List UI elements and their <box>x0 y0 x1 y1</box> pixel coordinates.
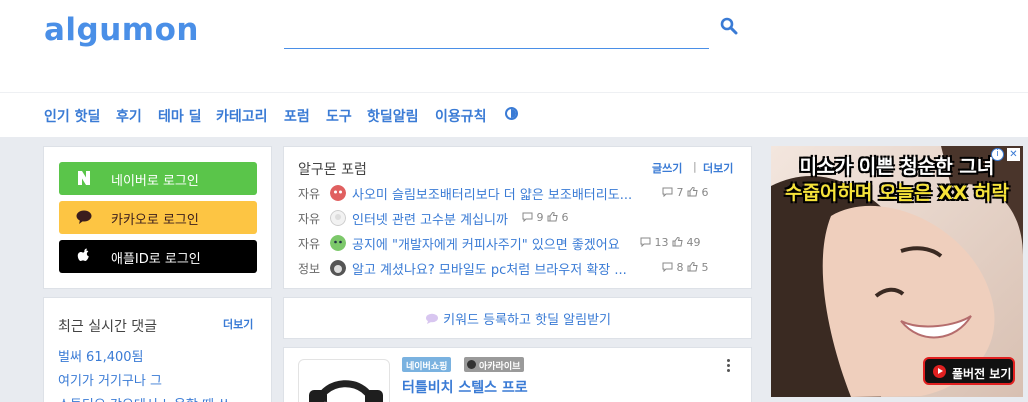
like-count: 6 <box>561 211 569 224</box>
post-category: 자유 <box>298 187 321 201</box>
comments-more-link[interactable]: 더보기 <box>223 316 253 332</box>
post-stats: 7 6 <box>662 186 709 199</box>
nav-tools[interactable]: 도구 <box>326 106 352 126</box>
deal-card[interactable]: 네이버쇼핑 아카라이브 터틀비치 스텔스 프로 <box>283 347 752 402</box>
comment-icon <box>640 237 651 248</box>
ad-headline: 미소가 이쁜 청순한 그녀 수줍어하며 오늘은 XX 허락 <box>771 154 1023 206</box>
advertisement-banner[interactable]: 미소가 이쁜 청순한 그녀 수줍어하며 오늘은 XX 허락 i ✕ 풀버전 보기 <box>771 146 1023 397</box>
login-card: 네이버로 로그인 카카오로 로그인 애플ID로 로그인 <box>43 146 272 289</box>
apple-login-label: 애플ID로 로그인 <box>111 252 201 267</box>
post-category: 정보 <box>298 262 321 276</box>
apple-icon <box>77 248 89 261</box>
post-stats: 9 6 <box>522 211 569 224</box>
like-icon <box>687 261 698 272</box>
post-stats: 8 5 <box>662 261 709 274</box>
ad-headline-line-1: 미소가 이쁜 청순한 그녀 <box>799 156 995 178</box>
keyword-alert-banner[interactable]: 키워드 등록하고 핫딜 알림받기 <box>283 297 752 339</box>
comment-item[interactable]: 벌써 61,400됨 <box>58 346 144 365</box>
source-tag-label: 아카라이브 <box>479 362 521 372</box>
post-title: 알고 계셨나요? 모바일도 pc처럼 브라우저 확장 ... <box>352 263 627 278</box>
kakao-chat-icon <box>76 210 92 224</box>
nav-hot-deals[interactable]: 인기 핫딜 <box>44 106 100 126</box>
nav-deal-alerts[interactable]: 핫딜알림 <box>367 106 419 126</box>
like-icon <box>687 186 698 197</box>
user-avatar <box>330 210 346 226</box>
user-avatar <box>330 185 346 201</box>
source-tag-naver-shopping: 네이버쇼핑 <box>402 357 452 372</box>
post-stats: 13 49 <box>640 236 701 249</box>
nav-theme-deals[interactable]: 테마 딜 <box>158 106 202 126</box>
comment-count: 8 <box>676 261 684 274</box>
kebab-menu-icon[interactable] <box>725 359 731 375</box>
deal-thumbnail[interactable] <box>298 359 390 402</box>
search-button[interactable] <box>720 17 742 39</box>
comment-item-cutoff[interactable]: 스투디오 같으데서 노음할 때 쓰 <box>58 394 230 402</box>
arca-icon <box>467 360 476 369</box>
user-avatar <box>330 235 346 251</box>
source-tag-arca-live: 아카라이브 <box>464 357 525 372</box>
site-logo[interactable]: algumon <box>44 12 199 48</box>
ad-cta-button[interactable]: 풀버전 보기 <box>923 357 1015 385</box>
like-icon <box>547 211 558 222</box>
headset-image <box>309 380 383 402</box>
like-icon <box>672 236 683 247</box>
ad-headline-line-2: 수줍어하며 오늘은 XX 허락 <box>785 182 1009 204</box>
comments-title: 최근 실시간 댓글 <box>58 319 158 335</box>
contrast-icon[interactable] <box>505 107 518 120</box>
forum-more-link[interactable]: 더보기 <box>703 160 733 176</box>
play-triangle <box>938 368 943 374</box>
naver-login-label: 네이버로 로그인 <box>111 174 199 189</box>
nav-categories[interactable]: 카테고리 <box>216 106 268 126</box>
comment-count: 13 <box>654 236 669 249</box>
keyword-alert-text: 키워드 등록하고 핫딜 알림받기 <box>284 309 752 328</box>
recent-comments-card: 최근 실시간 댓글 더보기 벌써 61,400됨 여기가 거기구나 그 스투디오… <box>43 297 272 402</box>
like-count: 49 <box>686 236 701 249</box>
comment-count: 9 <box>536 211 544 224</box>
nav-reviews[interactable]: 후기 <box>116 106 142 126</box>
forum-post-row[interactable]: 자유 사오미 슬림보조배터리보다 더 얇은 보조배터리도... 7 6 <box>298 183 738 203</box>
deal-title[interactable]: 터틀비치 스텔스 프로 <box>402 377 528 397</box>
user-avatar <box>330 260 346 276</box>
post-title: 인터넷 관련 고수분 계십니까 <box>352 213 508 228</box>
comment-icon <box>522 212 533 223</box>
post-title: 사오미 슬림보조배터리보다 더 얇은 보조배터리도... <box>352 188 633 203</box>
comment-count: 7 <box>676 186 684 199</box>
search-input[interactable] <box>284 48 709 49</box>
speech-bubble-icon <box>425 313 438 324</box>
keyword-alert-label: 키워드 등록하고 핫딜 알림받기 <box>443 313 612 328</box>
search-icon <box>720 17 738 35</box>
post-category: 자유 <box>298 212 321 226</box>
kakao-login-button[interactable]: 카카오로 로그인 <box>59 201 257 234</box>
site-header: algumon <box>0 0 1028 92</box>
ad-cta-label: 풀버전 보기 <box>952 367 1012 381</box>
kakao-login-label: 카카오로 로그인 <box>111 213 199 228</box>
separator: | <box>693 160 697 173</box>
comment-icon <box>662 262 673 273</box>
forum-title: 알구몬 포럼 <box>298 162 367 178</box>
comment-item[interactable]: 여기가 거기구나 그 <box>58 370 162 389</box>
post-title: 공지에 "개발자에게 커피사주기" 있으면 좋겠어요 <box>352 238 620 253</box>
forum-write-link[interactable]: 글쓰기 <box>652 160 682 176</box>
like-count: 5 <box>701 261 709 274</box>
forum-post-row[interactable]: 정보 알고 계셨나요? 모바일도 pc처럼 브라우저 확장 ... 8 5 <box>298 258 738 278</box>
naver-icon <box>78 171 90 185</box>
like-count: 6 <box>701 186 709 199</box>
comment-icon <box>662 187 673 198</box>
naver-login-button[interactable]: 네이버로 로그인 <box>59 162 257 195</box>
apple-login-button[interactable]: 애플ID로 로그인 <box>59 240 257 273</box>
nav-rules[interactable]: 이용규칙 <box>435 106 487 126</box>
forum-post-row[interactable]: 자유 공지에 "개발자에게 커피사주기" 있으면 좋겠어요 13 49 <box>298 233 738 253</box>
nav-forum[interactable]: 포럼 <box>284 106 310 126</box>
ad-close-icon[interactable]: ✕ <box>1007 148 1020 161</box>
forum-card: 알구몬 포럼 글쓰기 | 더보기 자유 사오미 슬림보조배터리보다 더 얇은 보… <box>283 146 752 289</box>
forum-post-row[interactable]: 자유 인터넷 관련 고수분 계십니까 9 6 <box>298 208 738 228</box>
post-category: 자유 <box>298 237 321 251</box>
ad-info-icon[interactable]: i <box>991 148 1004 161</box>
